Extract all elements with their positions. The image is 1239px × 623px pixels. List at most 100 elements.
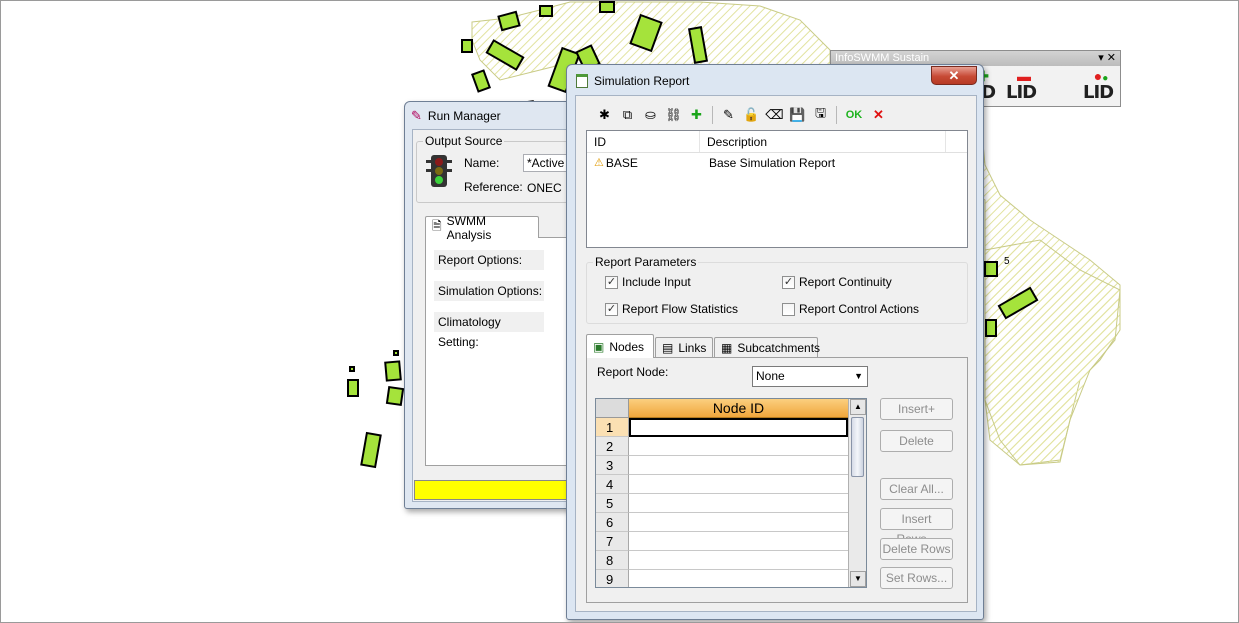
simulation-report-window: Simulation Report ✕ ✱ ⧉ ⛀ ⛓ ✚ ✎ 🔓 ⌫ 💾 🖫 … bbox=[566, 64, 984, 620]
table-row[interactable]: 7 bbox=[596, 532, 848, 551]
document-icon: 🗎 bbox=[432, 219, 442, 233]
toolbar-window-controls[interactable]: ▾ ✕ bbox=[1098, 51, 1116, 66]
row-header[interactable]: 8 bbox=[596, 551, 629, 570]
building bbox=[385, 385, 405, 407]
cancel-button[interactable]: ✕ bbox=[868, 105, 889, 126]
lid-cluster-button[interactable]: ●● LID bbox=[1083, 68, 1119, 106]
insert-button[interactable]: Insert+ bbox=[880, 398, 953, 420]
building bbox=[461, 39, 473, 53]
unlock-icon[interactable]: 🔓 bbox=[741, 105, 762, 126]
climatology-setting-label: Climatology Setting: bbox=[434, 312, 544, 349]
building bbox=[349, 366, 355, 372]
node-id-cell[interactable] bbox=[629, 513, 848, 532]
report-description: Base Simulation Report bbox=[709, 156, 836, 170]
run-manager-body: Output Source Name: *Active Reference: O… bbox=[412, 129, 592, 502]
row-header[interactable]: 5 bbox=[596, 494, 629, 513]
stamp-icon[interactable]: ⛀ bbox=[640, 105, 661, 126]
link-icon[interactable]: ⛓ bbox=[663, 105, 684, 126]
building bbox=[393, 350, 399, 356]
save-as-icon[interactable]: 🖫 bbox=[810, 105, 831, 126]
tab-nodes[interactable]: ▣ Nodes bbox=[586, 334, 654, 358]
eraser-icon[interactable]: ⌫ bbox=[764, 105, 785, 126]
close-button[interactable]: ✕ bbox=[931, 66, 977, 85]
row-header[interactable]: 3 bbox=[596, 456, 629, 475]
report-control-actions-checkbox[interactable]: Report Control Actions bbox=[782, 302, 919, 316]
chevron-down-icon: ▼ bbox=[854, 371, 863, 381]
include-input-checkbox[interactable]: ✓ Include Input bbox=[605, 275, 691, 289]
lid-cluster-label: LID bbox=[1083, 82, 1114, 103]
row-header[interactable]: 7 bbox=[596, 532, 629, 551]
building bbox=[984, 261, 998, 277]
scroll-up-icon[interactable]: ▲ bbox=[850, 399, 866, 415]
table-row[interactable]: 8 bbox=[596, 551, 848, 570]
run-progress-bar bbox=[414, 480, 584, 500]
tab-swmm-analysis[interactable]: 🗎 SWMM Analysis bbox=[425, 214, 539, 242]
include-input-label: Include Input bbox=[622, 275, 691, 289]
clear-all-button[interactable]: Clear All... bbox=[880, 478, 953, 500]
node-id-cell[interactable] bbox=[629, 570, 848, 587]
node-id-cell[interactable] bbox=[629, 437, 848, 456]
node-id-cell[interactable] bbox=[629, 551, 848, 570]
node-id-cell[interactable] bbox=[629, 532, 848, 551]
table-row[interactable]: 4 bbox=[596, 475, 848, 494]
report-toolbar: ✱ ⧉ ⛀ ⛓ ✚ ✎ 🔓 ⌫ 💾 🖫 OK ✕ bbox=[594, 104, 889, 126]
output-source-group: Output Source Name: *Active Reference: O… bbox=[416, 134, 591, 203]
tab-nodes-label: Nodes bbox=[609, 339, 645, 354]
table-row[interactable]: 1 bbox=[596, 418, 848, 437]
row-header[interactable]: 6 bbox=[596, 513, 629, 532]
table-row[interactable]: 3 bbox=[596, 456, 848, 475]
table-row[interactable]: 5 bbox=[596, 494, 848, 513]
table-row[interactable]: 6 bbox=[596, 513, 848, 532]
report-flow-statistics-checkbox[interactable]: ✓ Report Flow Statistics bbox=[605, 302, 738, 316]
report-list-header: ID Description bbox=[587, 131, 967, 153]
node-id-column-header[interactable]: Node ID bbox=[629, 399, 848, 418]
add-id-icon[interactable]: ✚ bbox=[686, 105, 707, 126]
copy-icon[interactable]: ⧉ bbox=[617, 105, 638, 126]
ok-button[interactable]: OK bbox=[842, 105, 866, 126]
report-continuity-checkbox[interactable]: ✓ Report Continuity bbox=[782, 275, 892, 289]
node-id-cell[interactable] bbox=[629, 494, 848, 513]
node-id-cell[interactable] bbox=[629, 418, 848, 437]
table-row[interactable]: 2 bbox=[596, 437, 848, 456]
table-row[interactable]: 9 bbox=[596, 570, 848, 587]
tab-links[interactable]: ▤ Links bbox=[655, 337, 713, 358]
report-options-label: Report Options: bbox=[434, 250, 544, 270]
grid-scrollbar[interactable]: ▲ ▼ bbox=[848, 399, 866, 587]
building bbox=[384, 360, 402, 382]
checkmark-icon: ✓ bbox=[782, 275, 795, 289]
reference-value: ONEC bbox=[527, 181, 562, 195]
tab-swmm-analysis-label: SWMM Analysis bbox=[446, 213, 492, 242]
tab-links-label: Links bbox=[678, 341, 707, 355]
row-header[interactable]: 1 bbox=[596, 418, 629, 437]
new-icon[interactable]: ✱ bbox=[594, 105, 615, 126]
node-id-cell[interactable] bbox=[629, 456, 848, 475]
report-node-label: Report Node: bbox=[597, 365, 669, 379]
column-id[interactable]: ID bbox=[587, 131, 700, 152]
tab-subcatchments[interactable]: ▦ Subcatchments bbox=[714, 337, 820, 358]
simulation-report-titlebar[interactable]: Simulation Report bbox=[576, 71, 689, 91]
run-manager-titlebar[interactable]: ✎ Run Manager bbox=[411, 106, 501, 126]
delete-rows-button[interactable]: Delete Rows bbox=[880, 538, 953, 560]
insert-rows-button[interactable]: Insert Rows... bbox=[880, 508, 953, 546]
row-header[interactable]: 9 bbox=[596, 570, 629, 587]
delete-button[interactable]: Delete bbox=[880, 430, 953, 452]
scroll-thumb[interactable] bbox=[851, 417, 864, 477]
save-icon[interactable]: 💾 bbox=[787, 105, 808, 126]
report-node-select[interactable]: None ▼ bbox=[752, 366, 868, 387]
grid-corner[interactable] bbox=[596, 399, 629, 418]
nodes-panel: Report Node: None ▼ Node ID 1 2 3 4 5 6 … bbox=[586, 357, 968, 603]
lid-remove-button[interactable]: ▬ LID bbox=[1006, 68, 1042, 106]
row-header[interactable]: 2 bbox=[596, 437, 629, 456]
edit-icon[interactable]: ✎ bbox=[718, 105, 739, 126]
simulation-report-title: Simulation Report bbox=[594, 74, 690, 88]
node-id-cell[interactable] bbox=[629, 475, 848, 494]
set-rows-button[interactable]: Set Rows... bbox=[880, 567, 953, 589]
row-header[interactable]: 4 bbox=[596, 475, 629, 494]
column-description[interactable]: Description bbox=[700, 131, 946, 152]
list-item[interactable]: ⚠ BASE Base Simulation Report bbox=[587, 153, 967, 173]
subcatchments-icon: ▦ bbox=[721, 341, 733, 355]
scroll-down-icon[interactable]: ▼ bbox=[850, 571, 866, 587]
building bbox=[471, 69, 491, 93]
toolbar-separator bbox=[712, 106, 713, 124]
reference-label: Reference: bbox=[464, 180, 523, 194]
